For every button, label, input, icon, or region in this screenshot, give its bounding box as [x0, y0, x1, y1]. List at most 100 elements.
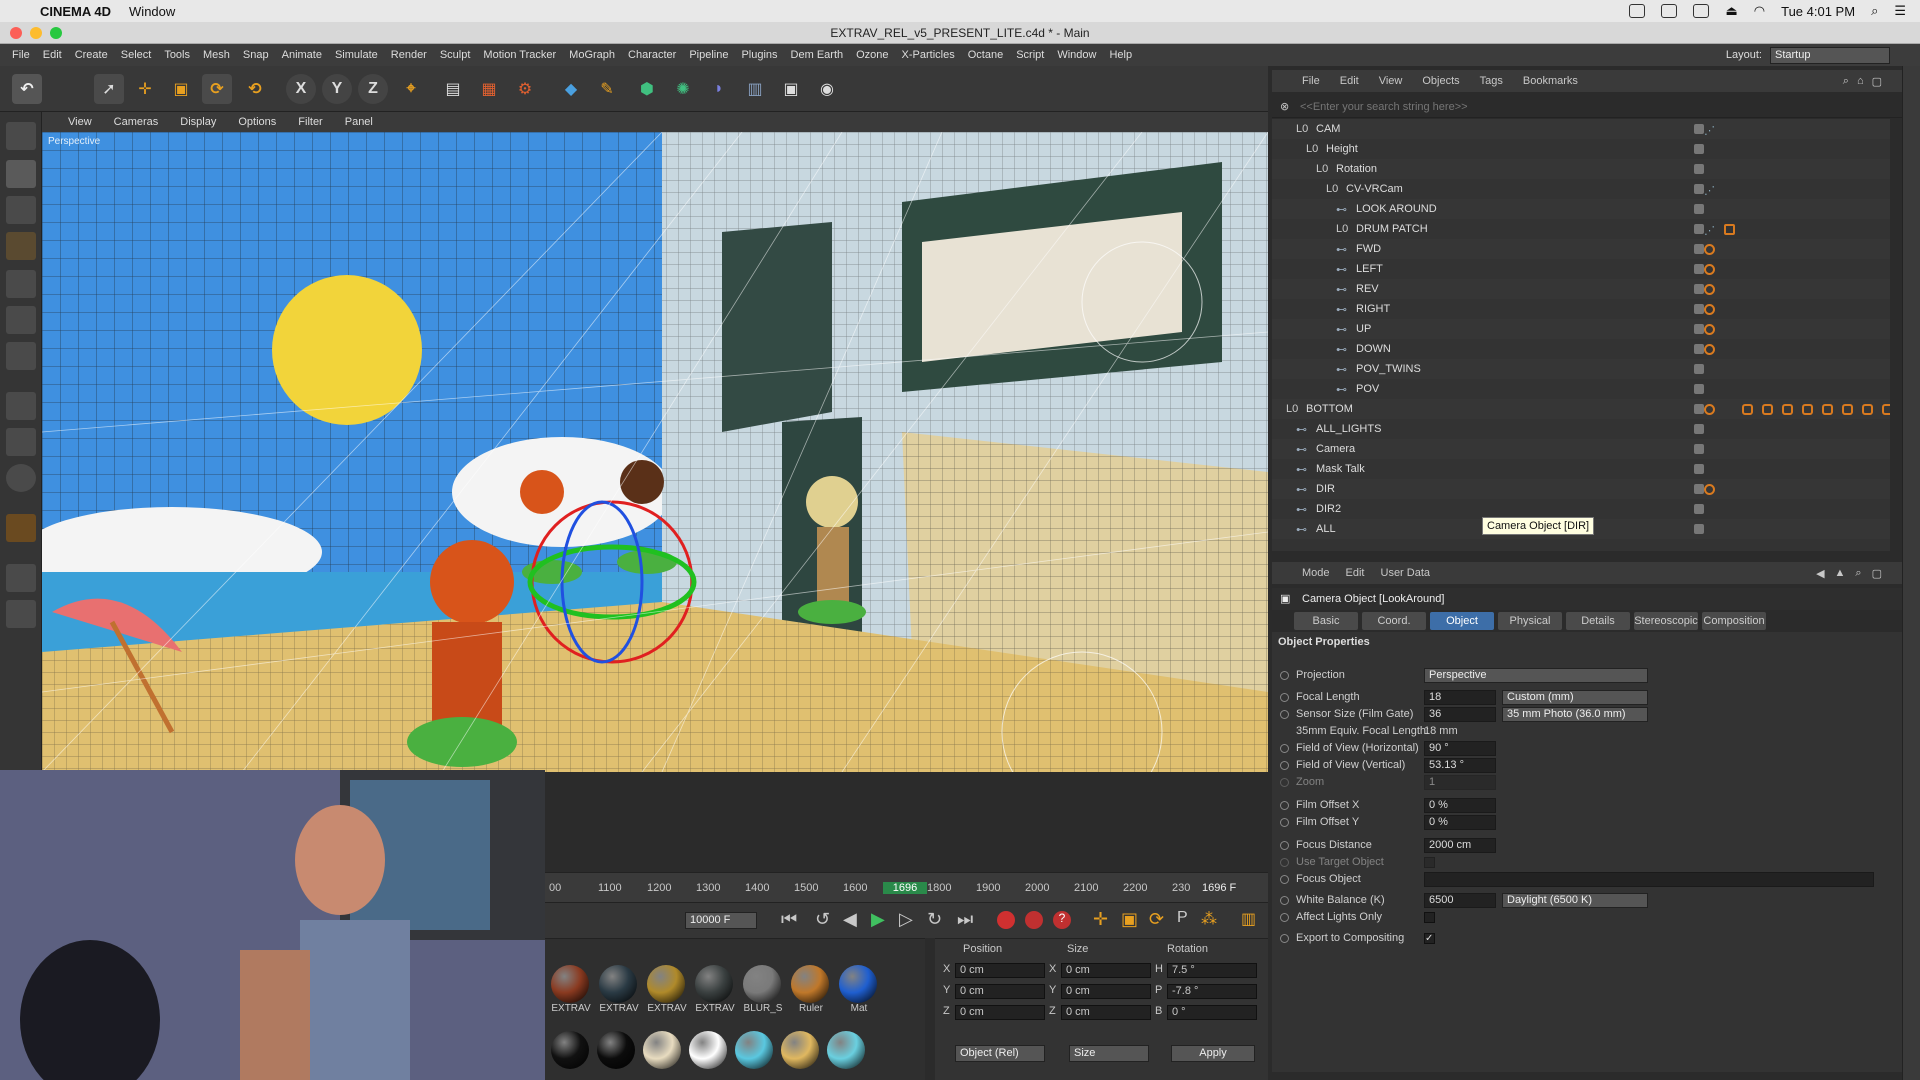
object-name[interactable]: Height [1326, 143, 1358, 155]
animate-radio-icon[interactable] [1280, 857, 1289, 867]
search-icon[interactable]: ⌕ [1855, 567, 1861, 580]
object-row[interactable]: ⊷ POV_TWINS [1272, 359, 1890, 379]
object-name[interactable]: Rotation [1336, 163, 1377, 175]
layer-toggle-icon[interactable] [1694, 304, 1704, 314]
object-name[interactable]: POV [1356, 383, 1379, 395]
timeline-ruler[interactable]: 00 1100 1200 1300 1400 1500 1600 1696 18… [545, 872, 1268, 902]
object-row[interactable]: ⊷ POV [1272, 379, 1890, 399]
object-name[interactable]: FWD [1356, 243, 1381, 255]
tab-details[interactable]: Details [1566, 612, 1630, 630]
tab-physical[interactable]: Physical [1498, 612, 1562, 630]
cloner-icon[interactable]: ✺ [668, 74, 698, 104]
rotation-field[interactable]: 7.5 ° [1167, 963, 1257, 978]
material-swatch[interactable]: Ruler [791, 965, 831, 1014]
animate-radio-icon[interactable] [1280, 912, 1289, 922]
autokey-icon[interactable] [1025, 911, 1043, 929]
material-ball[interactable] [597, 1031, 635, 1069]
layer-toggle-icon[interactable] [1694, 244, 1704, 254]
animate-radio-icon[interactable] [1280, 933, 1289, 943]
apply-button[interactable]: Apply [1171, 1045, 1255, 1062]
viewport-menu-item[interactable]: View [68, 116, 92, 128]
animate-radio-icon[interactable] [1280, 670, 1289, 680]
menu-item[interactable]: Sculpt [440, 49, 471, 61]
property-select[interactable]: 35 mm Photo (36.0 mm) [1502, 706, 1648, 722]
max-frame-field[interactable]: 10000 F [685, 912, 757, 929]
property-field[interactable]: 6500 [1424, 892, 1496, 908]
object-name[interactable]: BOTTOM [1306, 403, 1353, 415]
tag-icon[interactable]: ⋰ [1704, 224, 1715, 237]
magnet-icon[interactable] [6, 514, 36, 542]
render-settings-icon[interactable]: ⚙ [510, 74, 540, 104]
cube-icon[interactable]: ◆ [556, 74, 586, 104]
object-name[interactable]: DIR2 [1316, 503, 1341, 515]
tab-coord[interactable]: Coord. [1362, 612, 1426, 630]
key-parameter-icon[interactable]: P [1177, 909, 1188, 927]
layer-toggle-icon[interactable] [1694, 464, 1704, 474]
undo-icon[interactable]: ↶ [12, 74, 42, 104]
next-key-icon[interactable]: ↻ [927, 909, 942, 930]
rotate-tool-icon[interactable]: ⟳ [202, 74, 232, 104]
timeline-window-icon[interactable]: ▥ [1241, 909, 1256, 929]
om-menu-item[interactable]: View [1379, 75, 1403, 87]
make-editable-icon[interactable] [6, 122, 36, 150]
layer-toggle-icon[interactable] [1694, 224, 1704, 234]
om-menu-item[interactable]: Objects [1422, 75, 1459, 87]
close-search-icon[interactable]: ⊗ [1280, 100, 1289, 113]
menu-item[interactable]: File [12, 49, 30, 61]
tag-icon[interactable]: ⋰ [1704, 184, 1715, 197]
object-row[interactable]: ⊷ DIR2 [1272, 499, 1890, 519]
property-field[interactable]: 53.13 ° [1424, 757, 1496, 773]
viewport-menu-item[interactable]: Panel [345, 116, 373, 128]
property-field[interactable]: 2000 cm [1424, 837, 1496, 853]
up-icon[interactable]: ▲ [1835, 567, 1846, 580]
camera-icon[interactable]: ▣ [776, 74, 806, 104]
select-tool-icon[interactable]: ➚ [94, 74, 124, 104]
property-select[interactable]: Custom (mm) [1502, 689, 1648, 705]
material-tag-icon[interactable] [1862, 403, 1873, 415]
layer-toggle-icon[interactable] [1694, 444, 1704, 454]
object-name[interactable]: CV-VRCam [1346, 183, 1403, 195]
property-field[interactable]: 18 [1424, 689, 1496, 705]
menu-item[interactable]: Script [1016, 49, 1044, 61]
protection-tag-icon[interactable] [1704, 323, 1715, 335]
menu-item[interactable]: MoGraph [569, 49, 615, 61]
prev-frame-icon[interactable]: ◀ [843, 909, 857, 930]
animate-radio-icon[interactable] [1280, 840, 1289, 850]
object-row[interactable]: ⊷ LOOK AROUND [1272, 199, 1890, 219]
object-name[interactable]: LOOK AROUND [1356, 203, 1437, 215]
layer-toggle-icon[interactable] [1694, 164, 1704, 174]
object-name[interactable]: POV_TWINS [1356, 363, 1421, 375]
menu-item[interactable]: Simulate [335, 49, 378, 61]
play-icon[interactable]: ▶ [871, 909, 885, 930]
material-tag-icon[interactable] [1802, 403, 1813, 415]
close-window-button[interactable] [10, 27, 22, 39]
material-ball[interactable] [643, 1031, 681, 1069]
list-icon[interactable]: ☰ [1894, 3, 1906, 19]
material-ball[interactable] [689, 1031, 727, 1069]
layer-toggle-icon[interactable] [1694, 144, 1704, 154]
layer-toggle-icon[interactable] [1694, 284, 1704, 294]
lock-icon[interactable]: ▢ [1872, 567, 1882, 580]
property-select[interactable]: Daylight (6500 K) [1502, 892, 1648, 908]
scale-tool-icon[interactable]: ▣ [166, 74, 196, 104]
protection-tag-icon[interactable] [1704, 283, 1715, 295]
pen-icon[interactable]: ✎ [592, 74, 622, 104]
coord-size-select[interactable]: Size [1069, 1045, 1149, 1062]
render-view-icon[interactable]: ▤ [438, 74, 468, 104]
object-row[interactable]: ⊷ RIGHT [1272, 299, 1890, 319]
menu-item[interactable]: Ozone [856, 49, 888, 61]
object-name[interactable]: RIGHT [1356, 303, 1390, 315]
object-name[interactable]: CAM [1316, 123, 1340, 135]
protection-tag-icon[interactable] [1704, 243, 1715, 255]
back-icon[interactable]: ◀ [1816, 567, 1824, 580]
material-swatch[interactable]: EXTRAV [647, 965, 687, 1014]
key-pla-icon[interactable]: ⁂ [1201, 909, 1217, 929]
prev-key-icon[interactable]: ↺ [815, 909, 830, 930]
tab-composition[interactable]: Composition [1702, 612, 1766, 630]
object-row[interactable]: L0 DRUM PATCH ⋰ [1272, 219, 1890, 239]
material-swatch[interactable]: EXTRAV [599, 965, 639, 1014]
playhead[interactable]: 1696 [883, 882, 927, 894]
material-tag-icon[interactable] [1882, 403, 1890, 415]
layer-toggle-icon[interactable] [1694, 204, 1704, 214]
menu-item[interactable]: Render [391, 49, 427, 61]
